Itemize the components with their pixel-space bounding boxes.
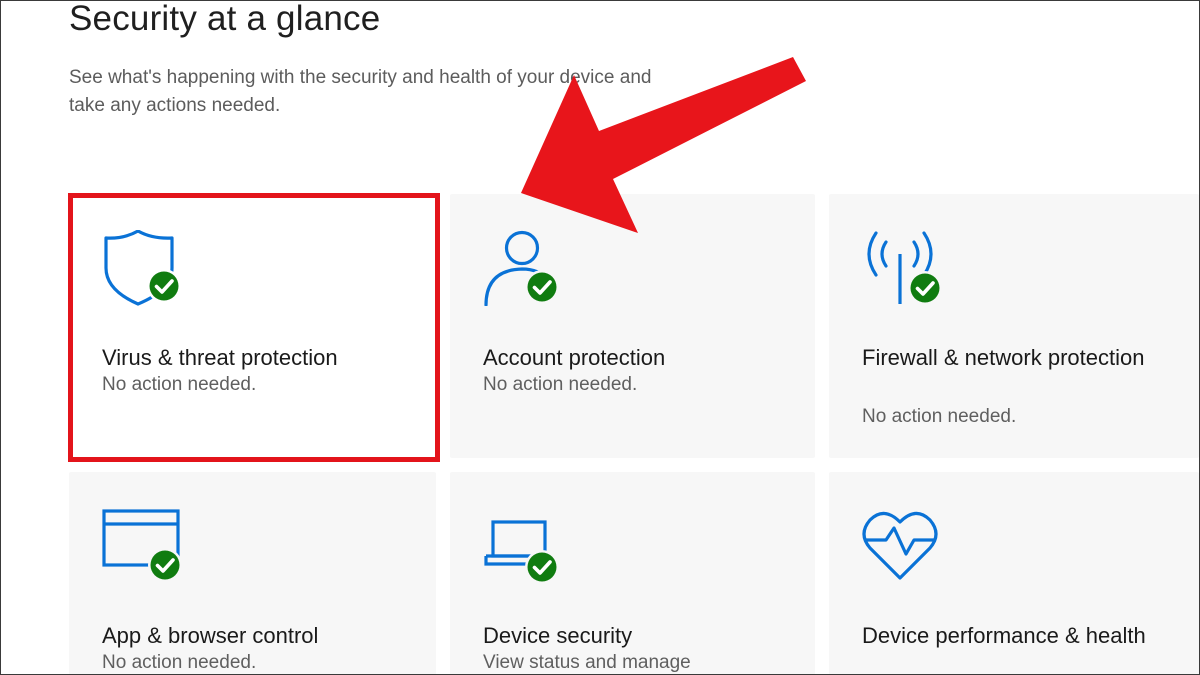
tile-title: Device performance & health [862,623,1146,648]
tile-title: Virus & threat protection [102,345,338,370]
tile-title: App & browser control [102,623,319,648]
tile-status: No action needed. [862,406,1017,427]
page-subtitle: See what's happening with the security a… [69,67,652,116]
tile-title: Firewall & network protection [862,345,1145,370]
tile-status: No action needed. [483,374,638,395]
tile-device-performance-health[interactable]: Device performance & health [829,472,1199,674]
person-check-icon [483,230,563,306]
laptop-check-icon [483,508,563,584]
tile-status: No action needed. [102,652,257,673]
shield-check-icon [102,230,182,306]
tile-app-browser-control[interactable]: App & browser control No action needed. [69,472,436,674]
tile-title: Account protection [483,345,666,370]
page-title: Security at a glance [69,0,381,38]
tile-virus-threat-protection[interactable]: Virus & threat protection No action need… [69,194,436,458]
browser-window-check-icon [102,508,182,584]
tile-status: No action needed. [102,374,257,395]
wireless-antenna-check-icon [862,230,942,306]
heart-pulse-icon [862,508,942,584]
tile-device-security[interactable]: Device security View status and manage [450,472,815,674]
tile-status: View status and manage [483,652,691,673]
tile-firewall-network-protection[interactable]: Firewall & network protection No action … [829,194,1199,458]
tile-account-protection[interactable]: Account protection No action needed. [450,194,815,458]
tile-title: Device security [483,623,633,648]
app-window: Security at a glance See what's happenin… [0,0,1200,675]
